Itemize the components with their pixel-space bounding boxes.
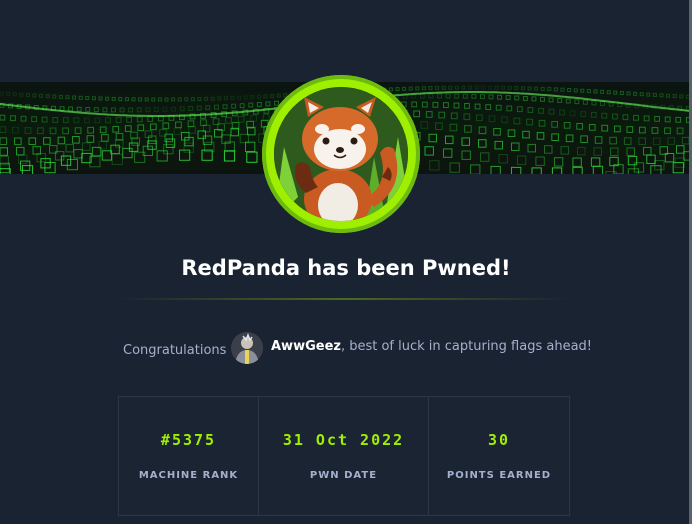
username-link[interactable]: AwwGeez bbox=[271, 339, 341, 354]
page-title: RedPanda has been Pwned! bbox=[181, 256, 511, 280]
stat-label: MACHINE RANK bbox=[138, 470, 239, 481]
stat-value: 30 bbox=[487, 431, 511, 449]
red-panda-icon bbox=[274, 87, 408, 221]
machine-avatar bbox=[262, 75, 420, 233]
congrats-row: Congratulations AwwGeez, best of luck in… bbox=[0, 330, 692, 366]
user-avatar-icon bbox=[231, 332, 263, 364]
stat-pwn-date: 31 Oct 2022 PWN DATE bbox=[258, 397, 429, 515]
stat-value: 31 Oct 2022 bbox=[282, 431, 405, 449]
user-avatar[interactable] bbox=[231, 332, 263, 364]
stat-value: #5375 bbox=[160, 431, 217, 449]
congrats-label: Congratulations bbox=[123, 343, 227, 358]
title-divider bbox=[118, 298, 570, 300]
stat-label: PWN DATE bbox=[309, 470, 378, 481]
stat-label: POINTS EARNED bbox=[446, 470, 552, 481]
congrats-suffix: , best of luck in capturing flags ahead! bbox=[340, 339, 593, 354]
stat-points-earned: 30 POINTS EARNED bbox=[428, 397, 570, 515]
stats-panel: #5375 MACHINE RANK 31 Oct 2022 PWN DATE … bbox=[118, 396, 570, 516]
congrats-message: AwwGeez, best of luck in capturing flags… bbox=[271, 339, 592, 354]
stat-machine-rank: #5375 MACHINE RANK bbox=[119, 397, 258, 515]
